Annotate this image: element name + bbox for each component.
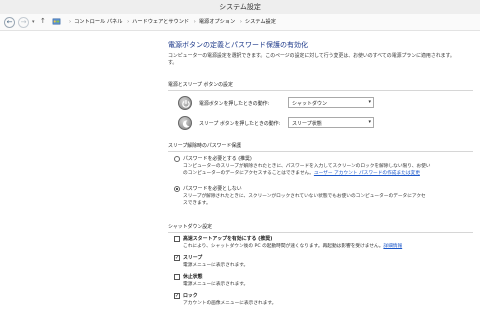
breadcrumb-item[interactable]: ハードウェアとサウンド — [132, 19, 189, 25]
breadcrumb-item[interactable]: 電源オプション — [199, 19, 235, 25]
recent-pages-chevron-icon[interactable]: ▾ — [32, 19, 35, 25]
page-title: 電源ボタンの定義とパスワード保護の有効化 — [168, 41, 308, 49]
no-password-radio[interactable] — [174, 186, 180, 192]
breadcrumb-item[interactable]: コントロール パネル — [74, 19, 122, 25]
navigation-bar: ← → ▾ ↑ › コントロール パネル › ハードウェアとサウンド › 電源オプショ… — [0, 14, 480, 31]
option-description: のコンピューターのデータにアクセスすることはできません。ユーザー アカウント パ… — [183, 170, 420, 176]
password-change-link[interactable]: ユーザー アカウント パスワードの作成または変更 — [314, 171, 420, 176]
require-password-radio[interactable] — [174, 156, 180, 162]
option-label: スリープ — [183, 255, 203, 261]
window-title: システム設定 — [219, 3, 261, 11]
description-line: す。 — [168, 60, 178, 66]
option-description: 電源メニューに表示されます。 — [183, 263, 249, 268]
up-arrow-icon[interactable]: ↑ — [40, 17, 46, 25]
option-label: パスワードを必要とする (推奨) — [183, 156, 252, 162]
section-divider — [168, 232, 473, 233]
option-description: これにより、シャットダウン後の PC の起動時間が速くなります。再起動は影響を受… — [183, 243, 402, 249]
option-description: コンピューターのスリープが解除されたときに、パスワードを入力してスクリーンのロッ… — [183, 164, 431, 169]
sleep-button-label: スリープ ボタンを押したときの動作: — [199, 121, 281, 127]
more-info-link[interactable]: 詳細情報 — [383, 244, 402, 249]
sleep-button-action-select[interactable]: スリープ状態 ▾ — [288, 117, 374, 128]
option-label: パスワードを必要としない — [183, 186, 242, 192]
option-description: スリープが解除されたときに、スクリーンがロックされていない状態でもお使いのコンピ… — [183, 194, 426, 199]
option-label: ロック — [183, 293, 198, 299]
control-panel-icon — [52, 18, 61, 25]
power-button-label: 電源ボタンを押したときの動作: — [199, 101, 270, 107]
fast-startup-checkbox[interactable] — [174, 236, 180, 242]
sleep-checkbox[interactable]: ✓ — [174, 255, 180, 261]
option-description-text: これにより、シャットダウン後の PC の起動時間が速くなります。再起動は影響を受… — [183, 244, 384, 249]
section-divider — [168, 151, 473, 152]
select-value: スリープ状態 — [292, 121, 322, 127]
moon-icon — [178, 116, 192, 130]
hibernate-checkbox[interactable] — [174, 274, 180, 280]
lock-checkbox[interactable]: ✓ — [174, 293, 180, 299]
back-button[interactable]: ← — [4, 17, 15, 28]
option-description: 電源メニューに表示されます。 — [183, 282, 249, 287]
wake-section-title: スリープ解除時のパスワード保護 — [168, 143, 242, 149]
option-description: スできます。 — [183, 201, 211, 206]
page-description: コンピューターの電源設定を選択できます。このページの設定に対して行う変更は、お使… — [168, 52, 473, 66]
description-line: コンピューターの電源設定を選択できます。このページの設定に対して行う変更は、お使… — [168, 53, 455, 59]
power-icon — [178, 96, 192, 110]
forward-button[interactable]: → — [18, 17, 29, 28]
chevron-down-icon: ▾ — [368, 119, 371, 125]
breadcrumb: › コントロール パネル › ハードウェアとサウンド › 電源オプション › システム設… — [69, 19, 276, 25]
option-description: アカウントの画像メニューに表示されます。 — [183, 301, 277, 306]
breadcrumb-item[interactable]: システム設定 — [245, 19, 276, 25]
power-section-title: 電源とスリープ ボタンの設定 — [168, 82, 233, 88]
option-description-text: のコンピューターのデータにアクセスすることはできません。 — [183, 171, 314, 176]
select-value: シャットダウン — [292, 101, 328, 107]
section-divider — [168, 90, 473, 91]
option-label: 休止状態 — [183, 274, 203, 280]
option-label: 高速スタートアップを有効にする (推奨) — [183, 236, 273, 242]
shutdown-section-title: シャットダウン設定 — [168, 224, 213, 230]
power-button-action-select[interactable]: シャットダウン ▾ — [288, 97, 374, 108]
title-bar: システム設定 — [0, 0, 480, 14]
chevron-down-icon: ▾ — [368, 99, 371, 105]
